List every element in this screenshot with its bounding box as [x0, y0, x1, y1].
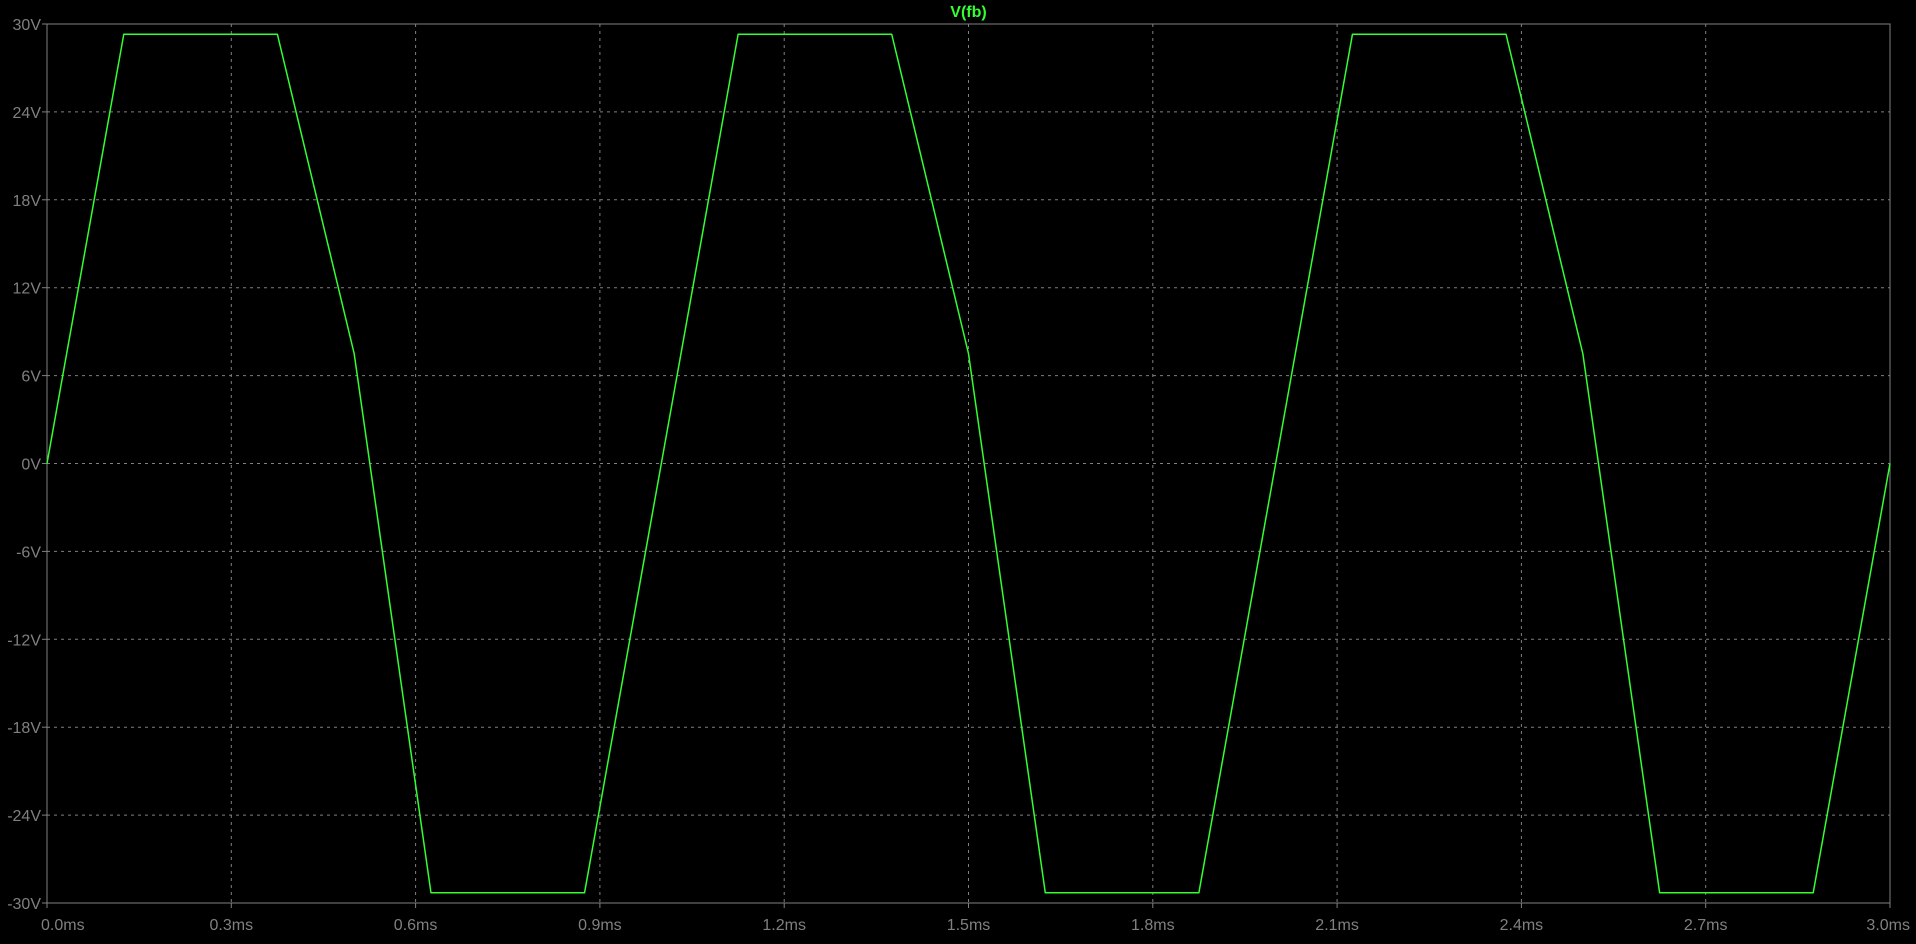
y-tick-label: -12V	[7, 632, 41, 649]
grid	[47, 24, 1890, 903]
y-axis-ticks: 30V 24V 18V 12V 6V 0V -6V -12V -18V -24V -30V	[7, 17, 47, 913]
y-tick-label: 6V	[21, 369, 41, 386]
x-tick-label: 2.4ms	[1500, 917, 1544, 934]
y-tick-label: -30V	[7, 896, 41, 913]
trace-title[interactable]: V(fb)	[950, 4, 986, 21]
x-tick-label: 0.9ms	[578, 917, 622, 934]
y-tick-label: 18V	[13, 193, 42, 210]
waveform-plot: 30V 24V 18V 12V 6V 0V -6V -12V -18V -24V -30V 0.0m…	[7, 4, 1910, 934]
x-tick-label: 0.0ms	[41, 917, 85, 934]
x-tick-label: 1.5ms	[947, 917, 991, 934]
plot-window: 30V 24V 18V 12V 6V 0V -6V -12V -18V -24V -30V 0.0m…	[0, 0, 1916, 939]
x-tick-label: 1.2ms	[762, 917, 806, 934]
x-tick-label: 0.6ms	[394, 917, 438, 934]
trace-vfb[interactable]	[46, 33, 1891, 894]
x-tick-label: 0.3ms	[210, 917, 254, 934]
y-tick-label: 0V	[21, 457, 41, 474]
y-tick-label: 24V	[13, 105, 42, 122]
x-tick-label: 2.7ms	[1684, 917, 1728, 934]
x-tick-label: 1.8ms	[1131, 917, 1175, 934]
x-tick-label: 3.0ms	[1866, 917, 1910, 934]
plot-frame	[46, 23, 1891, 904]
y-tick-label: -24V	[7, 808, 41, 825]
y-tick-label: -6V	[16, 544, 41, 561]
y-tick-label: -18V	[7, 720, 41, 737]
y-tick-label: 12V	[13, 281, 42, 298]
x-axis-ticks: 0.0ms 0.3ms 0.6ms 0.9ms 1.2ms 1.5ms 1.8ms 2.1ms…	[41, 903, 1910, 934]
y-tick-label: 30V	[13, 17, 42, 34]
x-tick-label: 2.1ms	[1315, 917, 1359, 934]
